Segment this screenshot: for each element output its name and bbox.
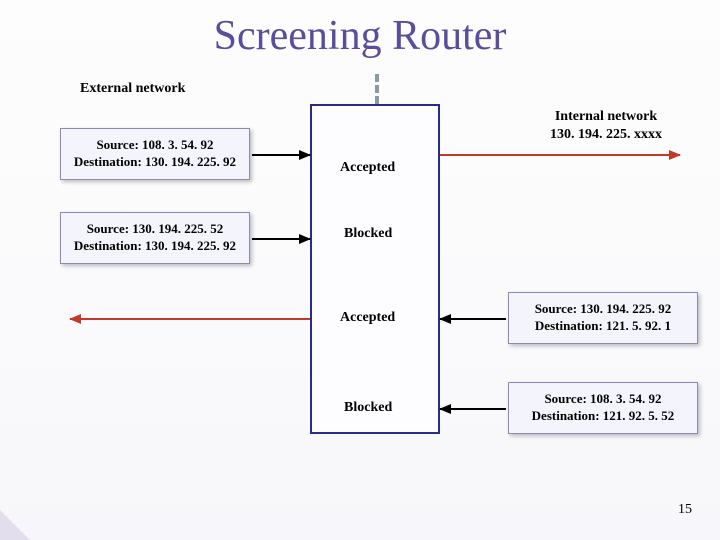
status-row3: Accepted — [340, 310, 395, 326]
internal-network-subnet: 130. 194. 225. xxxx — [550, 127, 662, 142]
status-row4: Blocked — [344, 400, 392, 416]
status-row1: Accepted — [340, 160, 395, 176]
packet-ext2-dest: Destination: 130. 194. 225. 92 — [74, 238, 236, 255]
packet-int1-source: Source: 130. 194. 225. 92 — [535, 301, 672, 318]
internal-network-label: Internal network 130. 194. 225. xxxx — [506, 108, 706, 143]
packet-int1: Source: 130. 194. 225. 92 Destination: 1… — [508, 292, 698, 344]
packet-int2-dest: Destination: 121. 92. 5. 52 — [532, 408, 675, 425]
arrow-int1-in — [440, 318, 506, 320]
packet-ext1: Source: 108. 3. 54. 92 Destination: 130.… — [60, 128, 250, 180]
arrow-int2-in — [440, 408, 506, 410]
arrow-int1-out — [70, 318, 310, 320]
arrow-ext1-in — [252, 154, 310, 156]
packet-int1-dest: Destination: 121. 5. 92. 1 — [535, 318, 671, 335]
packet-ext1-source: Source: 108. 3. 54. 92 — [96, 137, 213, 154]
slide-title: Screening Router — [0, 12, 720, 60]
corner-decoration — [0, 510, 30, 540]
router-block — [310, 104, 440, 434]
packet-ext2: Source: 130. 194. 225. 52 Destination: 1… — [60, 212, 250, 264]
packet-ext1-dest: Destination: 130. 194. 225. 92 — [74, 154, 236, 171]
external-network-label: External network — [80, 80, 185, 98]
status-row2: Blocked — [344, 226, 392, 242]
packet-ext2-source: Source: 130. 194. 225. 52 — [87, 221, 224, 238]
arrow-ext2-in — [252, 238, 310, 240]
packet-int2: Source: 108. 3. 54. 92 Destination: 121.… — [508, 382, 698, 434]
slide-number: 15 — [678, 502, 692, 518]
router-dashed-connector — [375, 74, 379, 104]
internal-network-line1: Internal network — [555, 109, 657, 124]
packet-int2-source: Source: 108. 3. 54. 92 — [544, 391, 661, 408]
arrow-ext1-out — [440, 154, 680, 156]
